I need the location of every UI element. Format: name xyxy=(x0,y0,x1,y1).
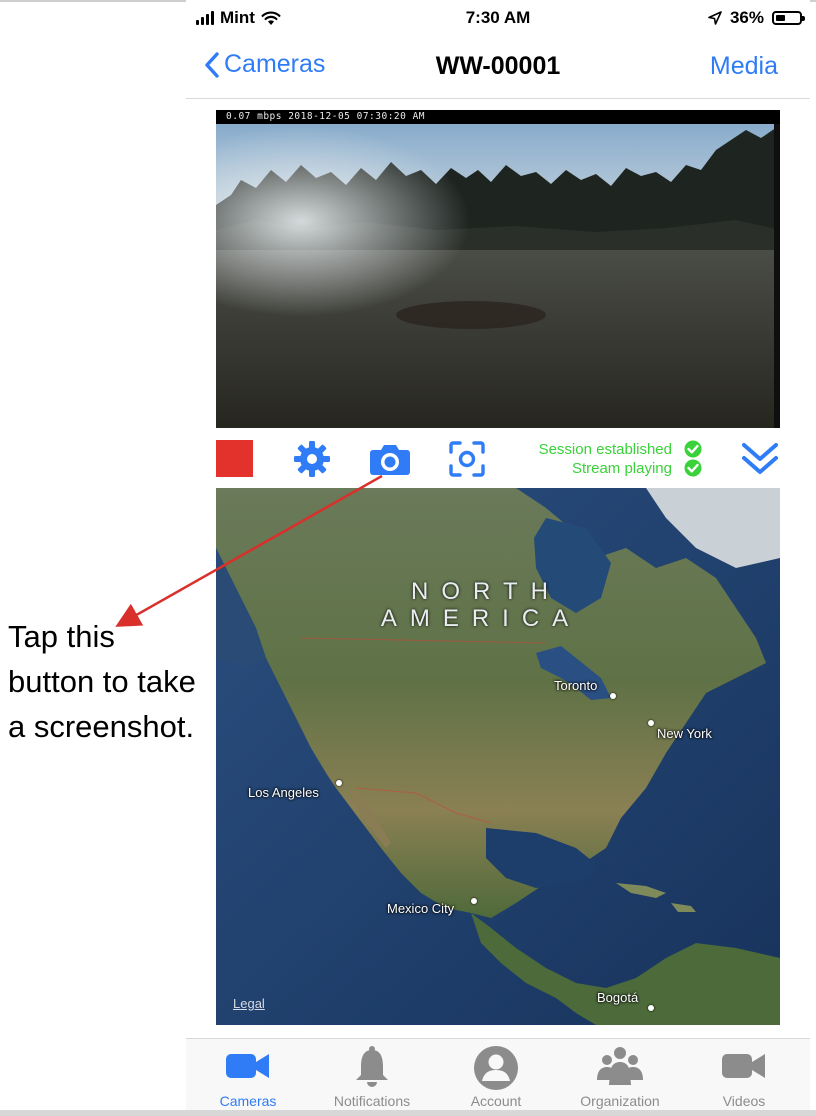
tab-cameras[interactable]: Cameras xyxy=(186,1039,310,1111)
video-camera-icon xyxy=(722,1054,765,1078)
city-label-los-angeles: Los Angeles xyxy=(248,785,319,800)
battery-percent: 36% xyxy=(729,8,764,27)
tab-notifications-label: Notifications xyxy=(333,1093,411,1109)
city-dot-bogota xyxy=(648,1005,654,1011)
tab-bar: Cameras Notifications Account Organizati… xyxy=(186,1038,810,1111)
stream-status-text: Stream playing xyxy=(571,460,672,477)
annotation-text: Tap this button to take a screenshot. xyxy=(8,619,196,744)
location-arrow-icon xyxy=(708,11,722,25)
city-dot-toronto xyxy=(610,693,616,699)
city-dot-los-angeles xyxy=(336,780,342,786)
city-dot-mexico-city xyxy=(471,898,477,904)
map-terrain-image xyxy=(216,488,780,1025)
stop-button[interactable] xyxy=(216,440,253,477)
tab-notifications[interactable]: Notifications xyxy=(310,1039,434,1111)
phone-screen: Mint 7:30 AM 36% Cameras WW-00001 Media xyxy=(186,0,810,1116)
tab-account-label: Account xyxy=(470,1093,522,1109)
city-dot-new-york xyxy=(648,720,654,726)
continent-label-line2: AMERICA xyxy=(380,605,582,632)
city-label-bogota: Bogotá xyxy=(597,990,639,1005)
gear-icon[interactable] xyxy=(293,440,331,478)
camera-location-map[interactable]: NORTH AMERICA Toronto New York Los Angel… xyxy=(216,488,780,1025)
video-frame-image xyxy=(216,110,780,428)
navigation-bar: Cameras WW-00001 Media xyxy=(186,36,810,99)
tab-organization[interactable]: Organization xyxy=(558,1039,682,1111)
tab-organization-label: Organization xyxy=(580,1093,660,1109)
camera-controls: Session established Stream playing xyxy=(186,430,810,488)
person-icon xyxy=(474,1046,518,1090)
tab-cameras-label: Cameras xyxy=(219,1093,277,1109)
double-chevron-down-icon[interactable] xyxy=(740,440,780,478)
battery-icon xyxy=(772,11,805,25)
city-label-new-york: New York xyxy=(657,726,712,741)
check-circle-icon xyxy=(684,440,702,477)
live-video-feed[interactable]: 0.07 mbps 2018-12-05 07:30:20 AM xyxy=(216,110,780,428)
group-icon xyxy=(597,1047,643,1085)
continent-label-line1: NORTH xyxy=(411,578,561,605)
session-status-text: Session established xyxy=(538,441,672,458)
bottom-divider xyxy=(0,1110,816,1116)
video-camera-icon xyxy=(226,1054,269,1078)
tab-account[interactable]: Account xyxy=(434,1039,558,1111)
city-label-toronto: Toronto xyxy=(554,678,598,693)
city-label-mexico-city: Mexico City xyxy=(387,901,455,916)
connection-status: Session established Stream playing xyxy=(476,440,672,478)
bell-icon xyxy=(356,1046,388,1087)
tab-videos-label: Videos xyxy=(722,1093,766,1109)
status-right: 36% xyxy=(708,8,805,28)
map-legal-link[interactable]: Legal xyxy=(233,996,265,1011)
camera-icon[interactable] xyxy=(369,442,411,476)
status-bar: Mint 7:30 AM 36% xyxy=(186,4,810,32)
tab-videos[interactable]: Videos xyxy=(682,1039,806,1111)
video-stats-overlay: 0.07 mbps 2018-12-05 07:30:20 AM xyxy=(216,110,780,124)
media-button[interactable]: Media xyxy=(710,52,778,81)
